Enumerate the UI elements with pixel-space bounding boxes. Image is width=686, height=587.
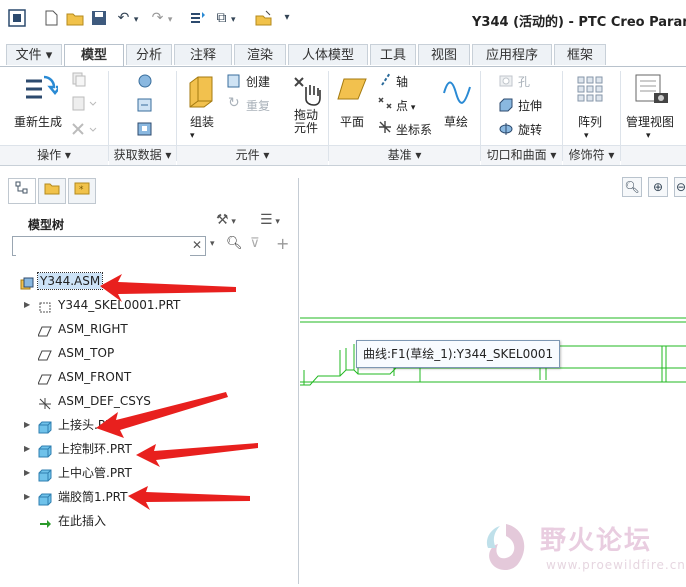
annotation-arrow <box>128 486 250 510</box>
annotation-arrow <box>100 274 236 302</box>
annotation-arrow <box>136 443 258 467</box>
watermark-logo-icon <box>486 524 525 570</box>
watermark-text: 野火论坛 <box>540 526 653 556</box>
annotation-arrows <box>96 274 258 510</box>
watermark-url: www.proewildfire.cn <box>546 558 686 572</box>
annotation-arrow <box>96 392 228 438</box>
